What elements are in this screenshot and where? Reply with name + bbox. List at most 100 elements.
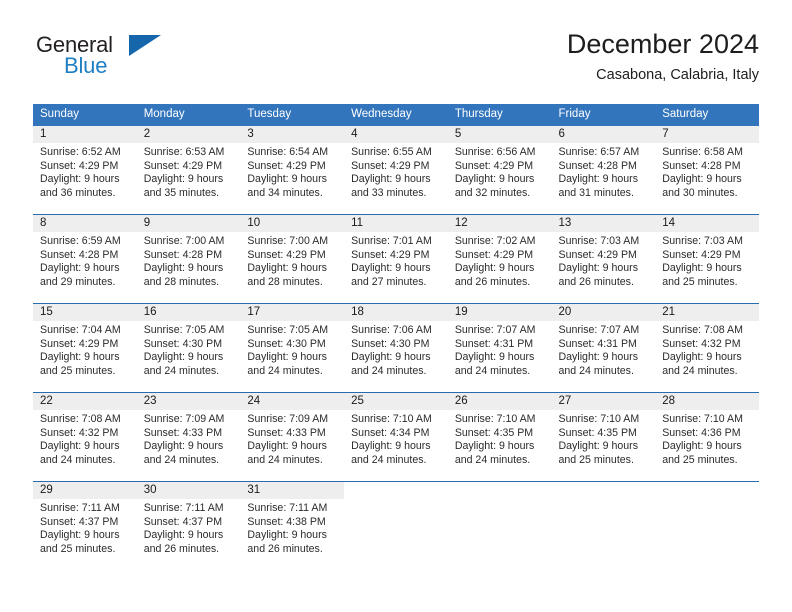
day-cell[interactable]: 16 Sunrise: 7:05 AM Sunset: 4:30 PM Dayligh…: [136, 303, 241, 393]
day-cell[interactable]: 11 Sunrise: 7:01 AM Sunset: 4:29 PM Dayligh…: [344, 214, 448, 304]
daylight-text-line1: Daylight: 9 hours: [143, 351, 224, 364]
day-cell[interactable]: 13 Sunrise: 7:03 AM Sunset: 4:29 PM Dayligh…: [551, 214, 656, 304]
day-details: Sunrise: 7:08 AM Sunset: 4:32 PM Daylight:…: [655, 321, 759, 378]
daylight-text-line2: and 24 minutes.: [351, 453, 427, 466]
day-number: 13: [551, 215, 656, 232]
day-cell[interactable]: 28 Sunrise: 7:10 AM Sunset: 4:36 PM Dayligh…: [655, 392, 759, 482]
day-details: Sunrise: 7:05 AM Sunset: 4:30 PM Daylight:…: [240, 321, 344, 378]
daylight-text-line2: and 30 minutes.: [662, 186, 738, 199]
day-cell[interactable]: 26 Sunrise: 7:10 AM Sunset: 4:35 PM Dayligh…: [447, 392, 552, 482]
sunrise-text: Sunrise: 6:56 AM: [454, 146, 536, 158]
sunset-text: Sunset: 4:33 PM: [143, 426, 223, 439]
day-cell[interactable]: 12 Sunrise: 7:02 AM Sunset: 4:29 PM Dayligh…: [447, 214, 552, 304]
daylight-text-line2: and 24 minutes.: [454, 453, 531, 466]
day-number: 18: [344, 304, 448, 321]
day-cell[interactable]: 10 Sunrise: 7:00 AM Sunset: 4:29 PM Dayligh…: [240, 214, 345, 304]
day-details: Sunrise: 6:57 AM Sunset: 4:28 PM Daylight:…: [552, 143, 656, 200]
day-number: 16: [136, 304, 241, 321]
day-number: 12: [447, 215, 552, 232]
sunset-text: Sunset: 4:32 PM: [40, 426, 119, 439]
day-cell[interactable]: 21 Sunrise: 7:08 AM Sunset: 4:32 PM Dayligh…: [655, 303, 759, 393]
sunrise-text: Sunrise: 7:09 AM: [143, 413, 225, 425]
day-cell[interactable]: 27 Sunrise: 7:10 AM Sunset: 4:35 PM Dayligh…: [551, 392, 656, 482]
daylight-text-line2: and 26 minutes.: [143, 542, 220, 555]
calendar-page: General Blue December 2024 Casabona, Cal…: [0, 0, 792, 612]
day-number: 11: [344, 215, 448, 232]
daylight-text-line1: Daylight: 9 hours: [143, 262, 224, 275]
day-cell[interactable]: 24 Sunrise: 7:09 AM Sunset: 4:33 PM Dayligh…: [240, 392, 345, 482]
day-details: Sunrise: 6:52 AM Sunset: 4:29 PM Daylight:…: [33, 143, 137, 200]
day-cell[interactable]: 5 Sunrise: 6:56 AM Sunset: 4:29 PM Daylight…: [447, 126, 552, 215]
day-details: Sunrise: 6:54 AM Sunset: 4:29 PM Daylight:…: [240, 143, 344, 200]
sunrise-text: Sunrise: 7:10 AM: [558, 413, 640, 425]
daylight-text-line2: and 25 minutes.: [662, 453, 738, 466]
daylight-text-line1: Daylight: 9 hours: [454, 262, 535, 275]
day-cell[interactable]: 30 Sunrise: 7:11 AM Sunset: 4:37 PM Dayligh…: [136, 481, 241, 570]
day-number: 20: [551, 304, 656, 321]
day-number: 7: [655, 126, 759, 143]
sunrise-text: Sunrise: 7:05 AM: [247, 324, 329, 336]
day-details: Sunrise: 7:00 AM Sunset: 4:28 PM Daylight:…: [137, 232, 241, 289]
day-cell[interactable]: 29 Sunrise: 7:11 AM Sunset: 4:37 PM Dayligh…: [33, 481, 137, 570]
day-number: 1: [33, 126, 137, 143]
day-details: Sunrise: 7:05 AM Sunset: 4:30 PM Daylight:…: [137, 321, 241, 378]
sunset-text: Sunset: 4:29 PM: [351, 159, 430, 172]
sunset-text: Sunset: 4:31 PM: [558, 337, 637, 350]
sunrise-text: Sunrise: 7:11 AM: [40, 502, 120, 514]
day-number: 2: [136, 126, 241, 143]
day-details: Sunrise: 7:11 AM Sunset: 4:38 PM Daylight:…: [240, 499, 344, 556]
day-cell[interactable]: 4 Sunrise: 6:55 AM Sunset: 4:29 PM Daylight…: [344, 126, 448, 215]
sunset-text: Sunset: 4:38 PM: [247, 515, 326, 528]
daylight-text-line2: and 24 minutes.: [247, 364, 323, 377]
day-details: Sunrise: 6:59 AM Sunset: 4:28 PM Daylight:…: [33, 232, 137, 289]
daylight-text-line1: Daylight: 9 hours: [247, 173, 327, 186]
day-cell[interactable]: 7 Sunrise: 6:58 AM Sunset: 4:28 PM Daylight…: [655, 126, 759, 215]
day-number: 29: [33, 482, 137, 499]
day-number: 4: [344, 126, 448, 143]
day-number: 9: [136, 215, 241, 232]
sunset-text: Sunset: 4:29 PM: [454, 248, 534, 261]
day-details: Sunrise: 7:06 AM Sunset: 4:30 PM Daylight:…: [344, 321, 448, 378]
day-details: Sunrise: 7:04 AM Sunset: 4:29 PM Daylight:…: [33, 321, 137, 378]
sunset-text: Sunset: 4:31 PM: [454, 337, 534, 350]
daylight-text-line1: Daylight: 9 hours: [351, 440, 431, 453]
sunset-text: Sunset: 4:28 PM: [40, 248, 119, 261]
sunrise-text: Sunrise: 6:55 AM: [351, 146, 432, 158]
day-number: 21: [655, 304, 759, 321]
daylight-text-line1: Daylight: 9 hours: [143, 440, 224, 453]
day-cell[interactable]: 18 Sunrise: 7:06 AM Sunset: 4:30 PM Dayligh…: [344, 303, 448, 393]
day-cell[interactable]: 19 Sunrise: 7:07 AM Sunset: 4:31 PM Dayligh…: [447, 303, 552, 393]
day-cell[interactable]: 15 Sunrise: 7:04 AM Sunset: 4:29 PM Dayligh…: [33, 303, 137, 393]
day-cell[interactable]: 25 Sunrise: 7:10 AM Sunset: 4:34 PM Dayligh…: [344, 392, 448, 482]
sunset-text: Sunset: 4:30 PM: [143, 337, 223, 350]
day-cell[interactable]: 8 Sunrise: 6:59 AM Sunset: 4:28 PM Daylight…: [33, 214, 137, 304]
day-number: 3: [240, 126, 345, 143]
sunrise-text: Sunrise: 6:52 AM: [40, 146, 121, 158]
day-details: Sunrise: 7:11 AM Sunset: 4:37 PM Daylight:…: [137, 499, 241, 556]
sunrise-text: Sunrise: 7:00 AM: [247, 235, 329, 247]
day-cell[interactable]: 9 Sunrise: 7:00 AM Sunset: 4:28 PM Daylight…: [136, 214, 241, 304]
day-cell[interactable]: 20 Sunrise: 7:07 AM Sunset: 4:31 PM Dayligh…: [551, 303, 656, 393]
day-cell[interactable]: 1 Sunrise: 6:52 AM Sunset: 4:29 PM Daylight…: [33, 126, 137, 215]
day-cell[interactable]: 2 Sunrise: 6:53 AM Sunset: 4:29 PM Daylight…: [136, 126, 241, 215]
daylight-text-line1: Daylight: 9 hours: [247, 262, 327, 275]
day-cell[interactable]: 31 Sunrise: 7:11 AM Sunset: 4:38 PM Dayligh…: [240, 481, 345, 570]
day-cell[interactable]: 14 Sunrise: 7:03 AM Sunset: 4:29 PM Dayligh…: [655, 214, 759, 304]
sunrise-text: Sunrise: 6:59 AM: [40, 235, 121, 247]
day-cell[interactable]: 6 Sunrise: 6:57 AM Sunset: 4:28 PM Daylight…: [551, 126, 656, 215]
sunset-text: Sunset: 4:28 PM: [143, 248, 223, 261]
daylight-text-line1: Daylight: 9 hours: [351, 351, 431, 364]
daylight-text-line2: and 31 minutes.: [558, 186, 634, 199]
day-cell[interactable]: 3 Sunrise: 6:54 AM Sunset: 4:29 PM Daylight…: [240, 126, 345, 215]
day-cell[interactable]: 22 Sunrise: 7:08 AM Sunset: 4:32 PM Dayligh…: [33, 392, 137, 482]
day-details: Sunrise: 7:09 AM Sunset: 4:33 PM Daylight:…: [240, 410, 344, 467]
daylight-text-line2: and 27 minutes.: [351, 275, 427, 288]
sunset-text: Sunset: 4:29 PM: [40, 159, 119, 172]
day-details: Sunrise: 7:11 AM Sunset: 4:37 PM Daylight:…: [33, 499, 137, 556]
day-cell[interactable]: 17 Sunrise: 7:05 AM Sunset: 4:30 PM Dayligh…: [240, 303, 345, 393]
daylight-text-line2: and 28 minutes.: [247, 275, 323, 288]
page-subtitle: Casabona, Calabria, Italy: [596, 67, 759, 83]
day-number: 19: [447, 304, 552, 321]
day-cell[interactable]: 23 Sunrise: 7:09 AM Sunset: 4:33 PM Dayligh…: [136, 392, 241, 482]
sunrise-text: Sunrise: 7:07 AM: [454, 324, 536, 336]
